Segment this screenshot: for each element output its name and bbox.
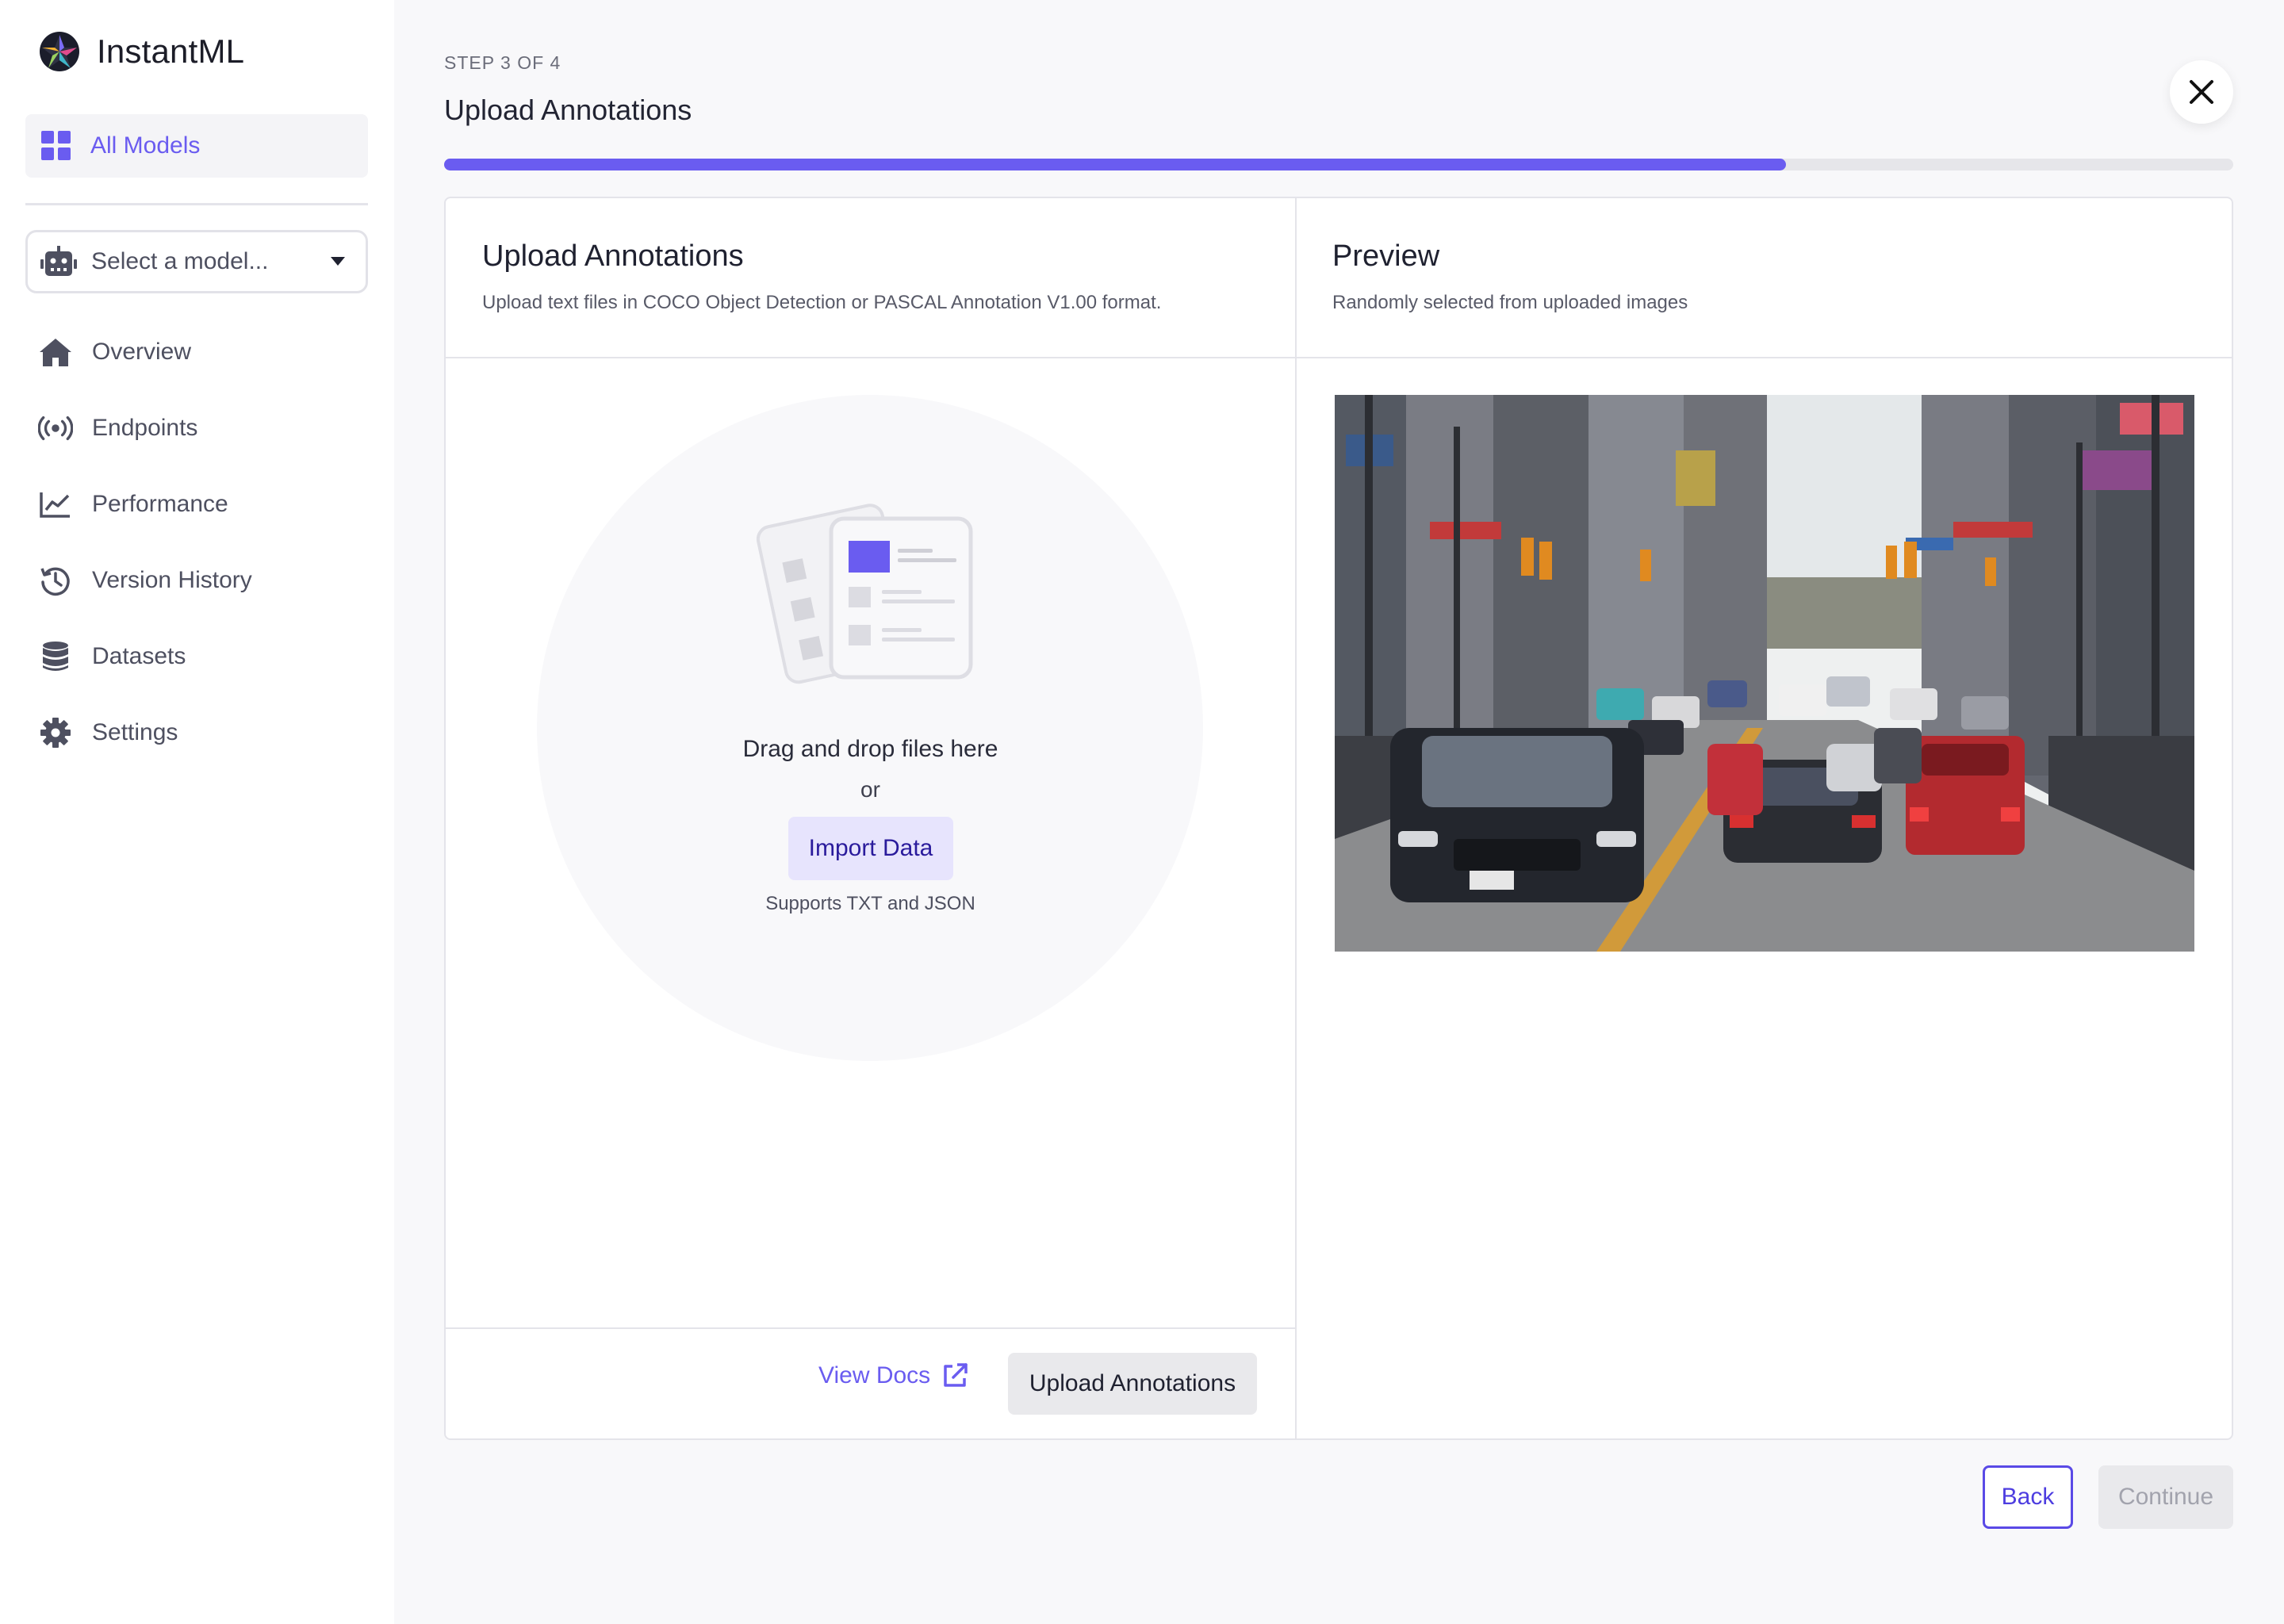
database-icon: [38, 639, 73, 674]
upload-panel-title: Upload Annotations: [482, 239, 744, 273]
nav-item-label: All Models: [90, 132, 201, 159]
instantml-logo: [40, 32, 79, 71]
dropzone-text: Drag and drop files here: [742, 736, 998, 762]
history-icon: [38, 563, 73, 598]
model-select-placeholder: Select a model...: [91, 248, 269, 274]
street-scene-image: [1335, 395, 2194, 952]
sidebar-item-overview[interactable]: Overview: [38, 314, 355, 390]
sidebar-item-label: Overview: [92, 339, 192, 365]
external-link-icon: [944, 1363, 968, 1387]
sidebar-item-datasets[interactable]: Datasets: [38, 619, 355, 695]
sidebar-item-performance[interactable]: Performance: [38, 466, 355, 542]
close-icon: [2190, 80, 2213, 104]
sidebar-divider: [25, 203, 368, 205]
sidebar-item-label: Endpoints: [92, 415, 198, 441]
continue-button[interactable]: Continue: [2098, 1465, 2233, 1529]
preview-panel-subtitle: Randomly selected from uploaded images: [1332, 292, 1688, 313]
close-button[interactable]: [2170, 60, 2233, 124]
view-docs-label: View Docs: [818, 1362, 931, 1388]
step-progress-bar: [444, 159, 2233, 170]
brand[interactable]: InstantML: [38, 30, 244, 73]
sidebar-item-settings[interactable]: Settings: [38, 695, 355, 771]
footer-divider: [446, 1327, 1295, 1329]
sidebar-item-label: Version History: [92, 567, 252, 593]
caret-down-icon: [331, 257, 345, 266]
files-illustration-icon: [756, 504, 973, 684]
preview-image: [1335, 395, 2194, 952]
nav-item-all-models[interactable]: All Models: [25, 114, 368, 178]
step-indicator: STEP 3 OF 4: [444, 52, 561, 73]
sidebar-item-endpoints[interactable]: Endpoints: [38, 390, 355, 466]
upload-card: Upload Annotations Upload text files in …: [444, 197, 2233, 1440]
sidebar-item-label: Datasets: [92, 643, 186, 669]
dropzone-or-text: or: [860, 777, 880, 802]
gear-icon: [38, 715, 73, 750]
sidebar: InstantML All Models Select a model... O…: [0, 0, 394, 1624]
sidebar-item-label: Settings: [92, 719, 178, 745]
model-select[interactable]: Select a model...: [25, 230, 368, 293]
preview-panel-title: Preview: [1332, 239, 1440, 273]
robot-icon: [40, 246, 77, 276]
step-progress-fill: [444, 159, 1786, 170]
upload-annotations-button[interactable]: Upload Annotations: [1008, 1353, 1257, 1415]
chart-line-icon: [38, 487, 73, 522]
upload-panel-subtitle: Upload text files in COCO Object Detecti…: [482, 292, 1162, 313]
sidebar-nav: Overview Endpoints Performance Version H…: [38, 314, 355, 771]
view-docs-link[interactable]: View Docs: [818, 1362, 968, 1389]
grid-icon: [41, 131, 71, 160]
import-data-button[interactable]: Import Data: [788, 817, 953, 880]
header-divider: [446, 357, 2232, 358]
back-button[interactable]: Back: [1983, 1465, 2073, 1529]
page-title: Upload Annotations: [444, 94, 692, 126]
app-name: InstantML: [97, 33, 245, 70]
supported-formats-text: Supports TXT and JSON: [765, 893, 975, 914]
sidebar-item-version-history[interactable]: Version History: [38, 542, 355, 619]
home-icon: [38, 335, 73, 370]
broadcast-icon: [38, 411, 73, 446]
sidebar-item-label: Performance: [92, 491, 228, 517]
column-divider: [1295, 198, 1297, 1438]
